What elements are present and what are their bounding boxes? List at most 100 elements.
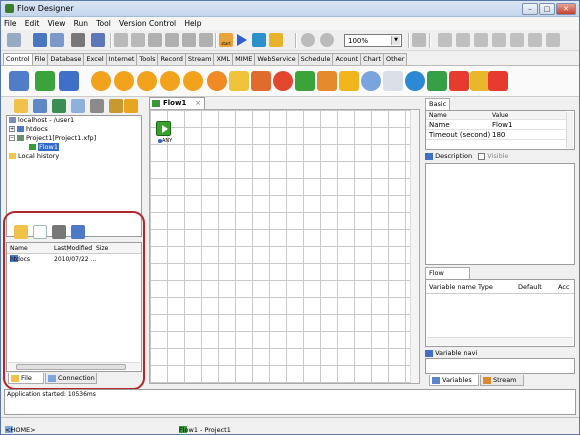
horizontal-scrollbar[interactable] [8, 362, 140, 370]
tab-basic[interactable]: Basic [425, 98, 451, 110]
tab-mime[interactable]: MIME [232, 53, 256, 65]
step-run-icon[interactable] [252, 33, 266, 47]
palette-wait-icon[interactable] [361, 71, 381, 91]
menu-file[interactable]: File [1, 17, 20, 28]
new-file-icon[interactable] [33, 225, 47, 239]
property-row-name[interactable]: Name Flow1 [426, 121, 566, 130]
chevron-down-icon[interactable]: ▼ [391, 36, 400, 45]
palette-branch-icon[interactable] [91, 71, 111, 91]
tab-variables[interactable]: Variables [429, 375, 479, 386]
cut-icon[interactable] [148, 33, 162, 47]
tree-item-project1[interactable]: − Project1[Project1.xfp] [7, 134, 141, 143]
palette-call-icon[interactable] [383, 71, 403, 91]
tab-tools[interactable]: Tools [136, 53, 159, 65]
palette-convert-icon[interactable] [317, 71, 337, 91]
export-icon[interactable] [109, 99, 123, 113]
palette-join-icon[interactable] [183, 71, 203, 91]
tree-item-flow1[interactable]: Flow1 [7, 143, 141, 152]
visible-checkbox[interactable] [478, 152, 486, 160]
tab-file[interactable]: File [8, 373, 44, 384]
palette-end-icon[interactable] [59, 71, 79, 91]
description-textarea[interactable] [425, 163, 575, 265]
new-project-icon[interactable] [33, 99, 47, 113]
file-row[interactable]: htdocs 2010/07/22 ... [7, 255, 141, 264]
layout-icon[interactable] [412, 33, 426, 47]
stop-icon[interactable] [320, 33, 334, 47]
paste-icon[interactable] [182, 33, 196, 47]
flow-variables-scrollbar[interactable] [427, 337, 573, 345]
tab-connection[interactable]: Connection [45, 373, 97, 384]
tab-internet[interactable]: Internet [105, 53, 138, 65]
open-folder-icon[interactable] [14, 225, 28, 239]
palette-map-icon[interactable] [295, 71, 315, 91]
folder-up-icon[interactable] [52, 225, 66, 239]
tools-icon[interactable] [124, 99, 138, 113]
column-last-modified[interactable]: LastModified [54, 243, 92, 254]
menu-view[interactable]: View [45, 17, 69, 28]
flow-canvas[interactable]: ANY [149, 109, 420, 384]
palette-sub-flow-icon[interactable] [427, 71, 447, 91]
tab-flow-variables[interactable]: Flow variables [425, 267, 470, 288]
palette-split-icon[interactable] [160, 71, 180, 91]
find-icon[interactable] [71, 33, 85, 47]
distribute-icon[interactable] [546, 33, 560, 47]
tab-record[interactable]: Record [157, 53, 186, 65]
tab-xml[interactable]: XML [213, 53, 234, 65]
tab-stream[interactable]: Stream [480, 375, 524, 386]
tab-chart[interactable]: Chart [360, 53, 385, 65]
align-right-icon[interactable] [474, 33, 488, 47]
palette-error-icon[interactable] [273, 71, 293, 91]
palette-upload-icon[interactable] [449, 71, 469, 91]
align-left-icon[interactable] [438, 33, 452, 47]
tab-database[interactable]: Database [47, 53, 85, 65]
palette-branch2-icon[interactable] [114, 71, 134, 91]
start-node-icon[interactable] [156, 121, 171, 136]
tree-item-local-history[interactable]: Local history [7, 152, 141, 161]
maximize-button[interactable]: □ [539, 3, 555, 15]
tab-excel[interactable]: Excel [83, 53, 107, 65]
tab-stream[interactable]: Stream [184, 53, 215, 65]
new-flow-icon[interactable] [52, 99, 66, 113]
column-size[interactable]: Size [96, 243, 108, 254]
save-icon[interactable] [33, 33, 47, 47]
record-icon[interactable] [301, 33, 315, 47]
palette-raise-icon[interactable] [488, 71, 508, 91]
palette-edit-icon[interactable] [470, 71, 490, 91]
variable-navi-box[interactable] [425, 358, 575, 374]
align-bottom-icon[interactable] [528, 33, 542, 47]
menu-tool[interactable]: Tool [93, 17, 114, 28]
palette-start-end-icon[interactable] [9, 71, 29, 91]
tab-schedule[interactable]: Schedule [297, 53, 334, 65]
palette-start-icon[interactable] [35, 71, 55, 91]
palette-loop-icon[interactable] [207, 71, 227, 91]
tree-root[interactable]: localhost - /user1 [7, 116, 141, 125]
copy-icon[interactable] [165, 33, 179, 47]
minimize-button[interactable]: – [522, 3, 538, 15]
calendar-icon[interactable] [91, 33, 105, 47]
refresh-icon[interactable] [71, 225, 85, 239]
open-folder-icon[interactable] [14, 99, 28, 113]
collapse-icon[interactable]: − [9, 135, 15, 141]
property-scrollbar[interactable] [566, 112, 573, 148]
debug-icon[interactable] [269, 33, 283, 47]
align-center-icon[interactable] [456, 33, 470, 47]
palette-note-icon[interactable] [229, 71, 249, 91]
close-button[interactable]: ✕ [556, 3, 576, 15]
palette-merge-icon[interactable] [137, 71, 157, 91]
start-icon[interactable]: start [219, 33, 233, 47]
doc-tab-flow1[interactable]: Flow1 × [149, 97, 205, 109]
property-row-timeout[interactable]: Timeout (second) 180 [426, 131, 566, 140]
deploy-icon[interactable] [90, 99, 104, 113]
expand-chevron-icon[interactable] [425, 349, 433, 357]
palette-text-icon[interactable] [251, 71, 271, 91]
menu-help[interactable]: Help [181, 17, 204, 28]
undo-icon[interactable] [114, 33, 128, 47]
align-middle-icon[interactable] [510, 33, 524, 47]
tree-item-htdocs[interactable]: + htdocs [7, 125, 141, 134]
tab-file[interactable]: File [31, 53, 49, 65]
column-name[interactable]: Name [10, 243, 28, 254]
expand-chevron-icon[interactable] [425, 152, 433, 160]
delete-icon[interactable] [199, 33, 213, 47]
save-all-icon[interactable] [50, 33, 64, 47]
refresh-icon[interactable] [71, 99, 85, 113]
